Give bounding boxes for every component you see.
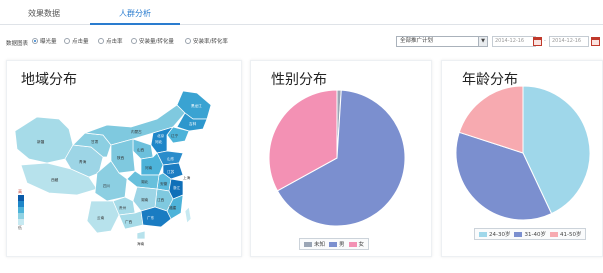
china-map: 新疆 西藏 青海 甘肃 内蒙古 四川 云南 广西 广东 福建 浙江 江苏 山东 … [14, 90, 212, 246]
date-start-field[interactable]: 2014-12-16 [492, 36, 536, 47]
province-label-guangdong: 广东 [147, 215, 155, 220]
legend-swatch [549, 231, 558, 237]
radio-ctr[interactable]: 点击率 [98, 37, 123, 45]
province-label-guangxi: 广西 [125, 219, 133, 224]
province-label-gansu: 甘肃 [91, 139, 99, 144]
province-label-jilin: 吉林 [189, 121, 197, 126]
province-label-jiangsu: 江苏 [167, 169, 175, 174]
province-label-sichuan: 四川 [103, 184, 111, 188]
province-label-anhui: 安徽 [160, 181, 168, 186]
province-label-hunan: 湖南 [141, 197, 149, 202]
radio-install-rate[interactable]: 安装率/转化率 [185, 37, 228, 45]
tab-effect-data[interactable]: 效果数据 [8, 0, 80, 25]
province-label-heilongjiang: 黑龙江 [191, 103, 202, 108]
province-label-shanxi: 山西 [137, 147, 145, 152]
tab-bar: 效果数据 人群分析 [0, 0, 603, 25]
chevron-down-icon[interactable]: ▼ [478, 37, 487, 46]
map-region-taiwan [184, 206, 192, 224]
radio-dot [185, 38, 191, 44]
province-label-shanghai: 上海 [183, 175, 191, 180]
radio-installs[interactable]: 安装量/转化量 [131, 37, 174, 45]
legend-label: 男 [339, 242, 345, 248]
radio-label: 安装量/转化量 [139, 39, 174, 45]
province-label-shaanxi: 陕西 [117, 155, 125, 160]
age-distribution-panel: 年龄分布 24-30岁 31-40岁 41-50岁 [441, 60, 603, 257]
chart-metric-label: 数据图表 [6, 41, 29, 47]
legend-swatch [304, 241, 312, 247]
gender-pie-chart [268, 89, 406, 227]
radio-label: 曝光量 [40, 39, 57, 45]
radio-clicks[interactable]: 点击量 [64, 37, 89, 45]
province-label-yunnan: 云南 [97, 215, 105, 220]
age-legend: 24-30岁 31-40岁 41-50岁 [474, 228, 587, 240]
province-label-neimenggu: 内蒙古 [131, 129, 142, 134]
radio-label: 点击量 [72, 39, 89, 45]
radio-dot [32, 38, 38, 44]
province-label-zhejiang: 浙江 [173, 185, 181, 190]
radio-dot [98, 38, 104, 44]
tab-audience-analysis[interactable]: 人群分析 [90, 0, 180, 25]
province-label-beijing: 北京 [157, 133, 165, 138]
legend-swatch [348, 241, 357, 247]
gender-legend: 未知 男 女 [299, 238, 370, 250]
map-color-scale: 高 低 [18, 189, 26, 231]
date-end-field[interactable]: 2014-12-16 [549, 36, 589, 47]
region-distribution-panel: 地域分布 新疆 西藏 青海 甘肃 内蒙古 四川 云南 广西 广东 福建 浙江 江… [6, 60, 242, 257]
legend-swatch [329, 241, 338, 247]
calendar-icon[interactable] [591, 37, 600, 46]
legend-label: 女 [358, 242, 365, 248]
scale-low-label: 低 [18, 225, 22, 230]
plan-select[interactable]: 全部推广计划 ▼ [396, 36, 488, 47]
province-label-jiangxi: 江西 [157, 197, 165, 202]
legend-label: 24-30岁 [489, 232, 511, 238]
date-separator: - [544, 38, 546, 44]
filter-bar: 数据图表 曝光量 点击量 点击率 安装量/转化量 安装率/转化率 全部推广计划 … [0, 32, 603, 50]
province-label-hubei: 湖北 [141, 179, 149, 184]
legend-swatch [479, 231, 487, 237]
radio-dot [131, 38, 137, 44]
province-label-shandong: 山东 [167, 156, 175, 161]
radio-dot [64, 38, 70, 44]
province-label-qinghai: 青海 [79, 159, 87, 164]
radio-label: 安装率/转化率 [193, 39, 228, 45]
province-label-liaoning: 辽宁 [171, 133, 179, 138]
calendar-icon[interactable] [533, 37, 542, 46]
legend-label: 31-40岁 [524, 232, 546, 238]
province-label-xinjiang: 新疆 [37, 139, 45, 144]
province-label-henan: 河南 [145, 165, 153, 170]
province-label-hebei: 河北 [155, 139, 163, 144]
map-region-hainan [136, 230, 146, 240]
gender-distribution-panel: 性别分布 未知 男 女 [250, 60, 432, 257]
legend-swatch [514, 231, 523, 237]
legend-label: 41-50岁 [559, 232, 582, 238]
radio-label: 点击率 [106, 39, 123, 45]
plan-select-value: 全部推广计划 [400, 38, 434, 44]
province-label-hainan: 海南 [137, 241, 145, 246]
province-label-fujian: 福建 [169, 205, 177, 210]
radio-impressions[interactable]: 曝光量 [32, 37, 57, 45]
province-label-guizhou: 贵州 [119, 205, 127, 210]
legend-label: 未知 [314, 242, 326, 248]
province-label-xizang: 西藏 [51, 177, 59, 182]
